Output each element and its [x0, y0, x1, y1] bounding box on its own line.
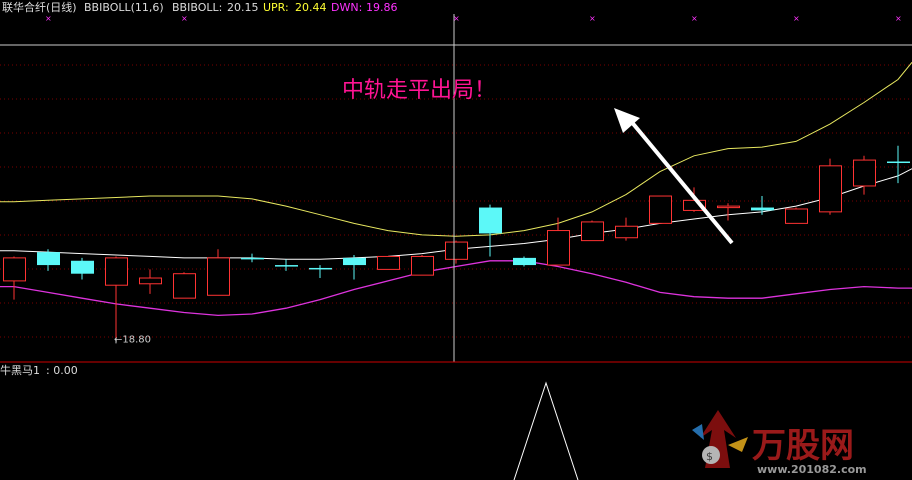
candle-body	[853, 159, 876, 187]
candle	[717, 203, 740, 221]
candle-body	[241, 257, 264, 260]
candle-body	[887, 161, 910, 164]
candle-body	[343, 257, 366, 266]
marker-icon: ×	[895, 14, 902, 23]
bbiboll-label: BBIBOLL:	[172, 1, 222, 14]
candle	[173, 272, 196, 299]
candle-body	[309, 267, 332, 270]
candle-body	[3, 257, 26, 282]
candle-body	[37, 252, 60, 266]
candle-body	[785, 208, 808, 224]
signal-markers: × × × × × × ×	[45, 14, 902, 23]
candle-body	[445, 241, 468, 260]
candle-body	[751, 207, 774, 211]
candle	[309, 265, 332, 279]
candle-body	[819, 165, 842, 213]
candle	[479, 204, 502, 257]
annotation-text: 中轨走平出局！	[342, 78, 496, 103]
candle	[615, 217, 638, 241]
candle	[275, 259, 298, 271]
candle-body	[173, 273, 196, 299]
sub-indicator-label: 牛黑马1	[0, 363, 40, 377]
candle	[445, 240, 468, 264]
sub-indicator-value: : 0.00	[46, 364, 78, 377]
candle	[411, 255, 434, 276]
candle-body	[377, 255, 400, 270]
candle	[751, 196, 774, 215]
candle-body	[547, 230, 570, 266]
svg-text:$: $	[706, 450, 713, 463]
arrow-icon	[614, 108, 734, 245]
dwn-label: DWN:	[331, 1, 362, 14]
candle	[581, 220, 604, 242]
upr-label: UPR:	[263, 1, 289, 14]
candle	[3, 256, 26, 300]
candle	[207, 249, 230, 296]
candle	[343, 255, 366, 280]
watermark-url: www.201082.com	[757, 463, 867, 476]
candle	[139, 269, 162, 294]
candle	[819, 158, 842, 215]
candle-body	[513, 257, 536, 266]
stock-title: 联华合纤(日线)	[2, 0, 77, 14]
candle-body	[479, 207, 502, 234]
marker-icon: ×	[691, 14, 698, 23]
candle	[649, 195, 672, 224]
marker-icon: ×	[181, 14, 188, 23]
indicator-name: BBIBOLL(11,6)	[84, 1, 164, 14]
candle	[887, 145, 910, 184]
watermark-brand: 万股网	[752, 426, 854, 466]
candle	[105, 256, 128, 339]
candle-body	[139, 277, 162, 285]
candlestick-chart[interactable]: 联华合纤(日线) BBIBOLL(11,6) BBIBOLL: 20.15 UP…	[0, 0, 912, 480]
candle	[71, 257, 94, 280]
marker-icon: ×	[589, 14, 596, 23]
watermark-logo: $	[692, 410, 748, 468]
candle-body	[615, 225, 638, 239]
candle-body	[207, 257, 230, 296]
candle-body	[105, 257, 128, 286]
chart-window: 联华合纤(日线) BBIBOLL(11,6) BBIBOLL: 20.15 UP…	[0, 0, 912, 480]
candle-body	[717, 205, 740, 209]
candles	[3, 145, 910, 339]
candle-body	[411, 255, 434, 276]
dwn-value: 19.86	[366, 1, 398, 14]
marker-icon: ×	[793, 14, 800, 23]
candle	[241, 253, 264, 263]
candle-body	[275, 265, 298, 267]
candle	[37, 249, 60, 271]
bbiboll-value: 20.15	[227, 1, 259, 14]
candle	[785, 207, 808, 224]
candle-body	[581, 221, 604, 242]
min-price-label: ←18.80	[114, 334, 151, 345]
upr-value: 20.44	[295, 1, 327, 14]
candle-body	[71, 260, 94, 274]
marker-icon: ×	[45, 14, 52, 23]
candle	[513, 256, 536, 267]
candle	[377, 255, 400, 270]
sub-indicator-peak	[513, 381, 579, 480]
candle-body	[649, 195, 672, 224]
